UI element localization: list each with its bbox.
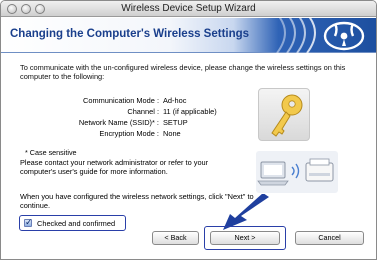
intro-text: To communicate with the un-configured wi…: [20, 63, 346, 81]
page-title: Changing the Computer's Wireless Setting…: [10, 28, 250, 40]
setting-label: Communication Mode :: [83, 96, 159, 105]
setting-label: Network Name (SSID)* :: [78, 118, 159, 127]
setting-value: None: [163, 129, 181, 138]
contact-text: Please contact your network administrato…: [20, 158, 209, 176]
header-banner: Changing the Computer's Wireless Setting…: [1, 18, 376, 53]
checked-confirmed-checkbox[interactable]: ✓ Checked and confirmed: [19, 215, 126, 231]
setting-row-channel: Channel : 11 (if applicable): [71, 107, 271, 118]
setting-row-communication-mode: Communication Mode : Ad-hoc: [71, 96, 271, 107]
case-sensitive-note: * Case sensitive: [25, 148, 77, 157]
setting-row-ssid: Network Name (SSID)* : SETUP: [71, 118, 271, 129]
checkbox-label: Checked and confirmed: [37, 219, 116, 228]
setting-label: Channel :: [127, 107, 159, 116]
window-title: Wireless Device Setup Wizard: [121, 3, 256, 14]
back-button[interactable]: < Back: [152, 231, 199, 245]
setting-value: Ad-hoc: [163, 96, 187, 105]
cancel-button[interactable]: Cancel: [295, 231, 364, 245]
checkbox-box[interactable]: ✓: [24, 217, 33, 227]
setting-row-encryption-mode: Encryption Mode : None: [71, 129, 271, 140]
setting-value: SETUP: [163, 118, 188, 127]
setting-value: 11 (if applicable): [163, 107, 217, 116]
key-icon: [258, 88, 310, 141]
setup-wizard-window: Wireless Device Setup Wizard Changing th…: [0, 0, 377, 260]
settings-list: Communication Mode : Ad-hoc Channel : 11…: [71, 96, 271, 140]
title-bar: Wireless Device Setup Wizard: [1, 1, 376, 17]
checkmark-icon: ✓: [25, 217, 33, 227]
setting-label: Encryption Mode :: [99, 129, 159, 138]
laptop-printer-icon: [256, 151, 338, 193]
wireless-icon: [276, 18, 365, 53]
next-button[interactable]: Next >: [210, 231, 280, 245]
